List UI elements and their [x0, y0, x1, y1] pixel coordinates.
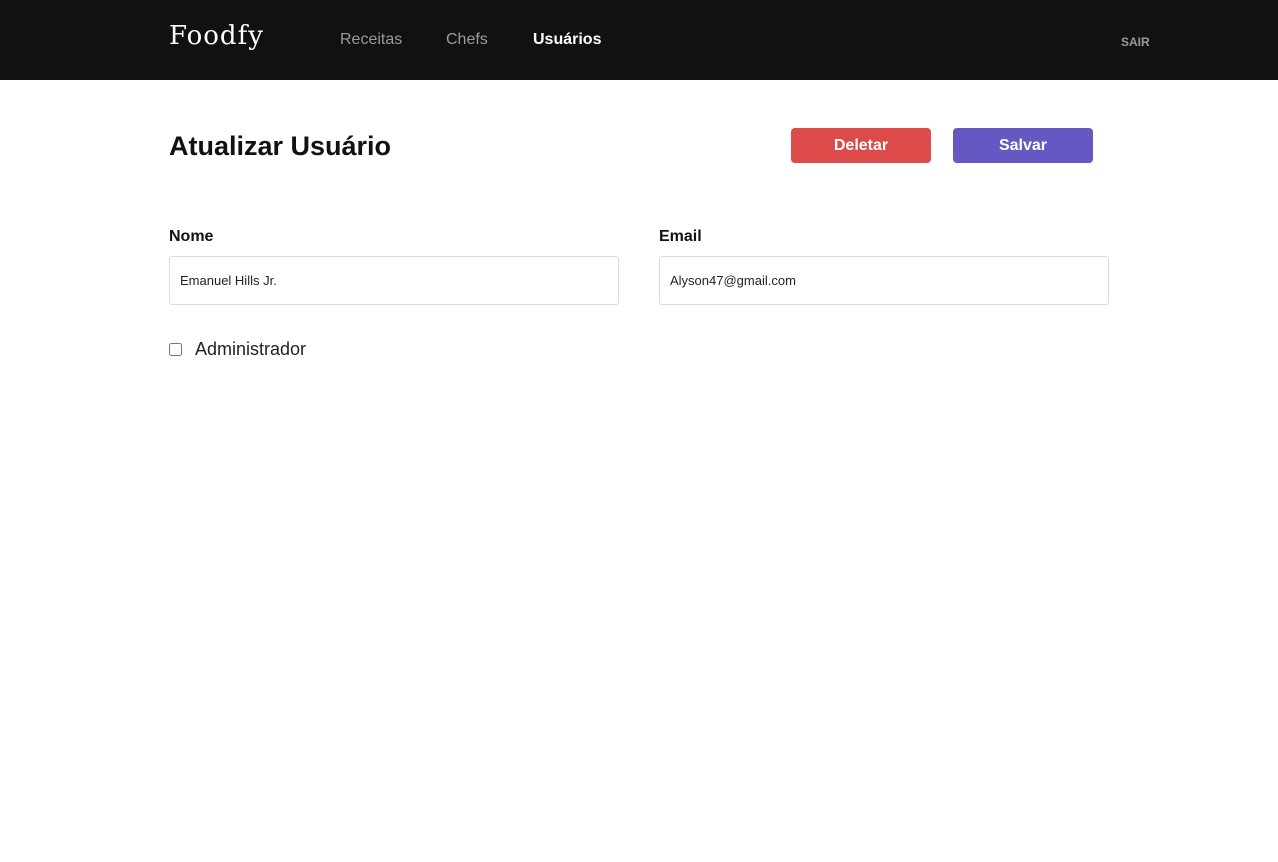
nav-link-chefs[interactable]: Chefs [446, 29, 488, 51]
name-input[interactable] [169, 256, 619, 305]
nav-link-receitas[interactable]: Receitas [340, 29, 402, 51]
email-label: Email [659, 228, 702, 245]
save-button[interactable]: Salvar [953, 128, 1093, 163]
delete-button[interactable]: Deletar [791, 128, 931, 163]
nav-link-usuarios[interactable]: Usuários [533, 29, 601, 51]
top-navigation-bar: Foodfy Receitas Chefs Usuários SAIR [0, 0, 1278, 80]
page-title: Atualizar Usuário [169, 131, 392, 161]
administrator-checkbox[interactable] [169, 342, 182, 356]
administrator-label[interactable]: Administrador [195, 338, 306, 360]
logout-link[interactable]: SAIR [1121, 34, 1150, 50]
name-label: Nome [169, 228, 214, 245]
foodfy-logo[interactable]: Foodfy [169, 18, 264, 54]
administrator-option[interactable]: Administrador [169, 338, 306, 360]
email-input[interactable] [659, 256, 1109, 305]
